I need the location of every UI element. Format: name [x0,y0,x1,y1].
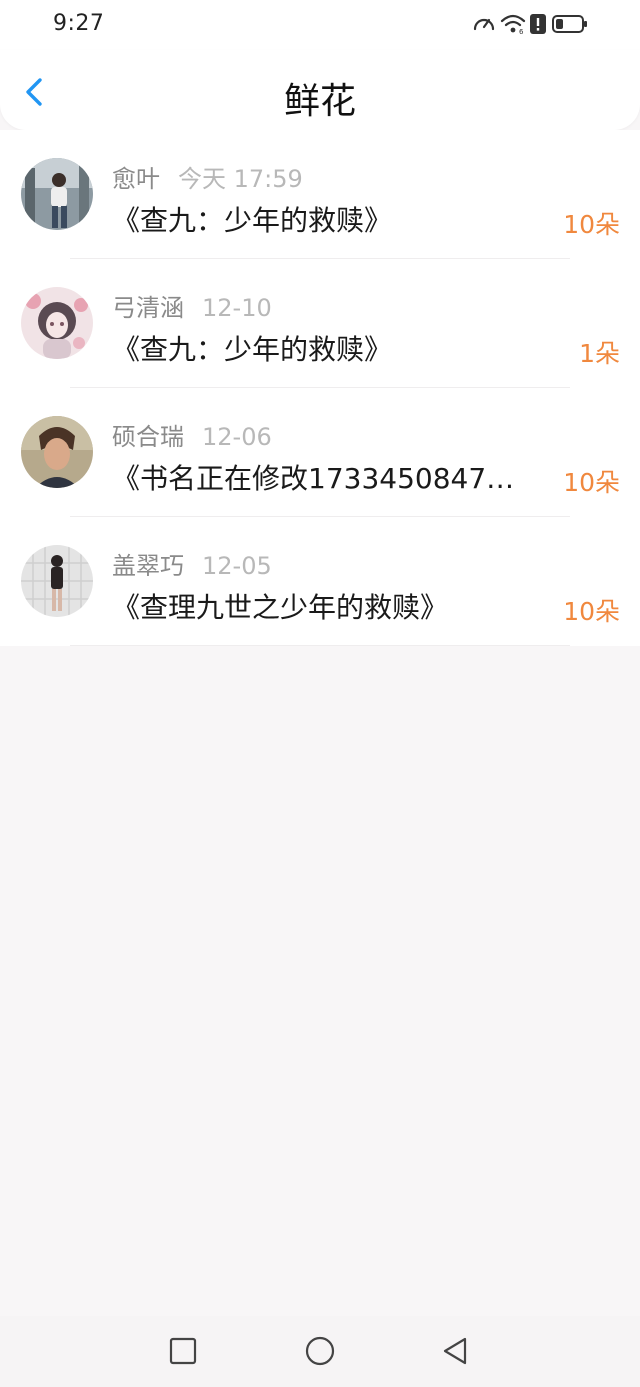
gift-meta: 弓清涵 12-10 [112,288,272,323]
flower-count: 1朵 [579,339,620,368]
user-name: 弓清涵 [112,294,184,322]
gift-meta: 硕合瑞 12-06 [112,417,272,452]
home-button[interactable] [304,1335,336,1367]
svg-text:6: 6 [519,28,524,36]
recent-apps-button[interactable] [167,1335,199,1367]
status-time: 9:27 [53,11,105,36]
system-nav-bar [0,1316,640,1387]
back-nav-button[interactable] [440,1335,472,1367]
battery-icon [552,12,588,36]
flower-count: 10朵 [563,597,620,626]
recent-apps-icon [169,1337,197,1365]
header: 鲜花 [0,50,640,130]
list-item[interactable]: 硕合瑞 12-06 《书名正在修改1733450847… 10朵 [0,388,640,517]
status-bar: 9:27 6 [0,0,640,50]
timestamp: 12-10 [202,294,272,322]
book-title: 《书名正在修改1733450847… [112,462,515,495]
list-item[interactable]: 弓清涵 12-10 《查九：少年的救赎》 1朵 [0,259,640,388]
timestamp: 12-05 [202,552,272,580]
list-item[interactable]: 盖翠巧 12-05 《查理九世之少年的救赎》 10朵 [0,517,640,646]
gift-meta: 愈叶 今天 17:59 [112,159,303,194]
wifi-icon: 6 [500,12,526,36]
page-title: 鲜花 [283,81,356,122]
timestamp: 今天 17:59 [178,165,303,193]
divider [70,645,570,646]
flower-gift-list: 愈叶 今天 17:59 《查九：少年的救赎》 10朵 弓清涵 12-10 《查九：少… [0,130,640,646]
flower-count: 10朵 [563,468,620,497]
gift-meta: 盖翠巧 12-05 [112,546,272,581]
book-title: 《查理九世之少年的救赎》 [112,591,449,624]
alert-icon [530,12,546,36]
user-name: 硕合瑞 [112,423,184,451]
flower-count: 10朵 [563,210,620,239]
speed-icon [472,12,496,36]
user-name: 愈叶 [112,165,160,193]
avatar [21,158,93,230]
book-title: 《查九：少年的救赎》 [112,204,393,237]
avatar [21,545,93,617]
back-icon [443,1337,467,1365]
timestamp: 12-06 [202,423,272,451]
list-item[interactable]: 愈叶 今天 17:59 《查九：少年的救赎》 10朵 [0,130,640,259]
avatar [21,416,93,488]
avatar [21,287,93,359]
user-name: 盖翠巧 [112,552,184,580]
home-icon [305,1336,335,1366]
book-title: 《查九：少年的救赎》 [112,333,393,366]
